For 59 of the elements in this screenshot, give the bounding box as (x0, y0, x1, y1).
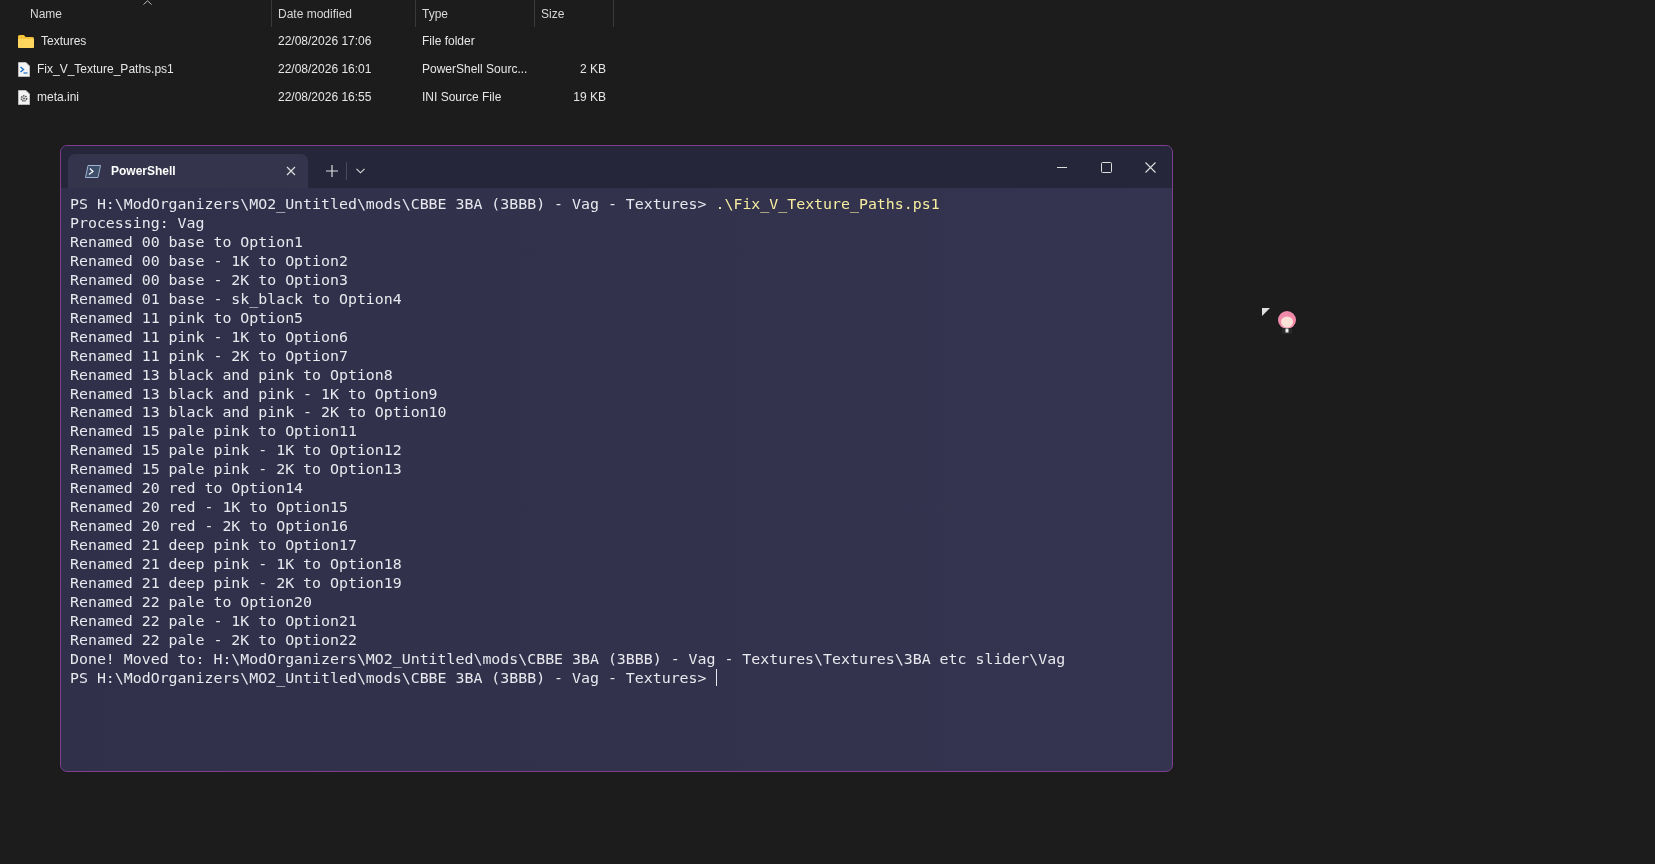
column-label: Date modified (278, 6, 353, 21)
output-line: Renamed 15 pale pink - 1K to Option12 (70, 441, 402, 461)
output-line: Renamed 21 deep pink - 1K to Option18 (70, 555, 402, 575)
output-line: Renamed 11 pink - 1K to Option6 (70, 327, 348, 347)
size-cell-text: 19 KB (572, 90, 607, 104)
close-icon (1144, 161, 1156, 173)
prompt-text: PS H:\ModOrganizers\MO2_Untitled\mods\CBBE 3BA (3BBB) - Vag - Textures> (70, 195, 708, 213)
file-name[interactable]: Fix_V_Texture_Paths.ps1 (37, 62, 174, 76)
output-line: Renamed 13 black and pink to Option8 (70, 365, 393, 385)
output-line: Processing: Vag (70, 213, 205, 233)
output-line: Renamed 01 base - sk_black to Option4 (70, 289, 402, 309)
command-text: .\Fix_V_Texture_Paths.ps1 (715, 195, 940, 213)
size-cell-text: 2 KB (579, 62, 607, 76)
output-line: Renamed 20 red - 1K to Option15 (70, 498, 348, 518)
file-name[interactable]: Textures (41, 34, 87, 48)
figure-icon (1276, 310, 1298, 334)
output-line: Renamed 11 pink - 2K to Option7 (70, 346, 348, 366)
date-cell-text: 22/08/2026 16:55 (277, 90, 373, 104)
output-line: Renamed 15 pale pink to Option11 (70, 422, 357, 442)
column-label: Name (30, 6, 62, 21)
output-line: Renamed 21 deep pink to Option17 (70, 536, 357, 556)
output-line: Renamed 20 red to Option14 (70, 479, 304, 499)
prompt-text: PS H:\ModOrganizers\MO2_Untitled\mods\CBBE 3BA (3BBB) - Vag - Textures> (70, 668, 708, 687)
type-cell-text: INI Source File (421, 90, 503, 104)
column-label: Type (422, 6, 448, 21)
script-file-icon (18, 61, 30, 77)
output-line: Renamed 22 pale to Option20 (70, 593, 313, 612)
chevron-down-icon (355, 168, 365, 174)
folder-icon (18, 34, 34, 48)
output-line: Renamed 20 red - 2K to Option16 (70, 517, 348, 537)
column-header[interactable]: Type (416, 0, 535, 27)
output-line: Renamed 15 pale pink - 2K to Option13 (70, 460, 402, 480)
output-line: Renamed 22 pale - 2K to Option22 (70, 630, 357, 650)
output-line: Renamed 13 black and pink - 1K to Option9 (70, 384, 438, 404)
output-line: Renamed 21 deep pink - 2K to Option19 (70, 574, 402, 593)
minimize-icon (1057, 166, 1067, 168)
maximize-icon (1100, 161, 1112, 173)
date-cell-text: 22/08/2026 17:06 (277, 34, 373, 48)
terminal-icon (85, 164, 101, 178)
output-line: Renamed 13 black and pink - 2K to Option10 (70, 403, 447, 423)
column-header[interactable]: Date modified (272, 0, 416, 27)
settings-file-icon (18, 89, 30, 105)
file-name[interactable]: meta.ini (37, 90, 80, 104)
pointer-icon (1262, 308, 1270, 316)
plus-icon (326, 165, 338, 177)
column-header[interactable]: Name (0, 0, 272, 27)
output-line: Renamed 00 base - 1K to Option2 (70, 251, 348, 271)
output-line: Done! Moved to: H:\ModOrganizers\MO2_Untitled\mods\CBBE 3BA (3BBB) - Vag - Textures\Textures\3BA etc slider\Vag (70, 649, 1066, 669)
terminal-tab[interactable]: PowerShell (68, 154, 308, 188)
output-line: Renamed 00 base - 2K to Option3 (70, 270, 348, 290)
type-cell-text: PowerShell Sourc... (421, 62, 529, 76)
type-cell-text: File folder (421, 34, 476, 48)
column-label: Size (541, 6, 565, 21)
date-cell-text: 22/08/2026 16:01 (277, 62, 373, 76)
output-line: Renamed 11 pink to Option5 (70, 308, 304, 328)
column-header[interactable]: Size (535, 0, 614, 27)
output-line: Renamed 22 pale - 1K to Option21 (70, 611, 357, 631)
close-icon[interactable] (286, 166, 296, 176)
output-line: Renamed 00 base to Option1 (70, 232, 304, 252)
